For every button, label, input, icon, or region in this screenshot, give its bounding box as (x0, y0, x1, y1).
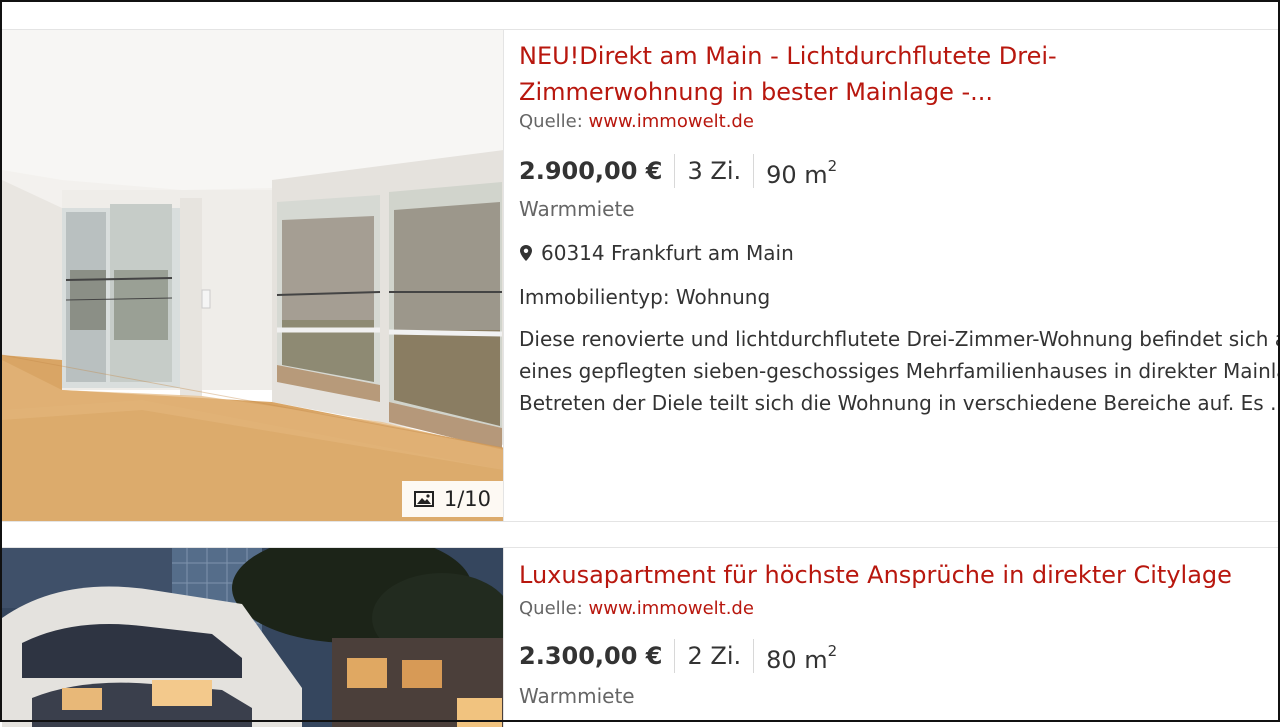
area-unit-sup: 2 (827, 157, 838, 175)
area-value: 90 m (766, 161, 828, 189)
listing-info: NEU!Direkt am Main - Lichtdurchflutete D… (519, 30, 1278, 419)
rooms: 2 Zi. (687, 641, 742, 670)
description-line: Diese renovierte und lichtdurchflutete D… (519, 327, 1278, 351)
description: Diese renovierte und lichtdurchflutete D… (519, 323, 1278, 419)
map-pin-icon (520, 245, 532, 261)
listing-title[interactable]: Luxusapartment für höchste Ansprüche in … (519, 557, 1259, 593)
listing-title[interactable]: NEU!Direkt am Main - Lichtdurchflutete D… (519, 38, 1259, 110)
listing-photo[interactable]: 1/10 (2, 30, 504, 521)
source-link[interactable]: www.immowelt.de (589, 111, 754, 132)
description-line: Betreten der Diele teilt sich die Wohnun… (519, 387, 1278, 419)
listing-info: Luxusapartment für höchste Ansprüche in … (519, 548, 1278, 710)
rent-type: Warmmiete (519, 684, 635, 708)
picture-icon (413, 491, 434, 507)
area: 80 m2 (754, 633, 849, 678)
listing-card[interactable]: Luxusapartment für höchste Ansprüche in … (2, 547, 1278, 727)
source-label: Quelle: (519, 598, 583, 619)
area: 90 m2 (754, 148, 849, 193)
listing-source: Quelle: www.immowelt.de (519, 597, 1278, 621)
listing-facts: 2.900,00 € 3 Zi. 90 m2 (519, 148, 1278, 193)
listing-card[interactable]: 1/10 NEU!Direkt am Main - Lichtdurchflut… (2, 29, 1278, 522)
description-line: eines gepflegten sieben-geschossiges Meh… (519, 359, 1278, 383)
listing-photo[interactable] (2, 548, 504, 727)
image-counter[interactable]: 1/10 (401, 481, 503, 517)
description-line-text: Betreten der Diele teilt sich die Wohnun… (519, 391, 1278, 415)
price: 2.300,00 € (519, 641, 663, 670)
rent-type: Warmmiete (519, 197, 635, 221)
source-label: Quelle: (519, 111, 583, 132)
listing-facts: 2.300,00 € 2 Zi. 80 m2 (519, 633, 1278, 678)
listing-source: Quelle: www.immowelt.de (519, 110, 1278, 134)
source-link[interactable]: www.immowelt.de (589, 598, 754, 619)
property-type: Immobilientyp: Wohnung (519, 285, 771, 309)
apartment-interior-image (2, 30, 503, 521)
area-value: 80 m (766, 646, 828, 674)
area-unit-sup: 2 (827, 642, 838, 660)
price: 2.900,00 € (519, 156, 663, 185)
rooms: 3 Zi. (687, 156, 742, 185)
location: 60314 Frankfurt am Main (519, 239, 1278, 267)
apartment-building-image (2, 548, 503, 727)
image-counter-text: 1/10 (443, 487, 491, 511)
location-text: 60314 Frankfurt am Main (541, 241, 794, 265)
